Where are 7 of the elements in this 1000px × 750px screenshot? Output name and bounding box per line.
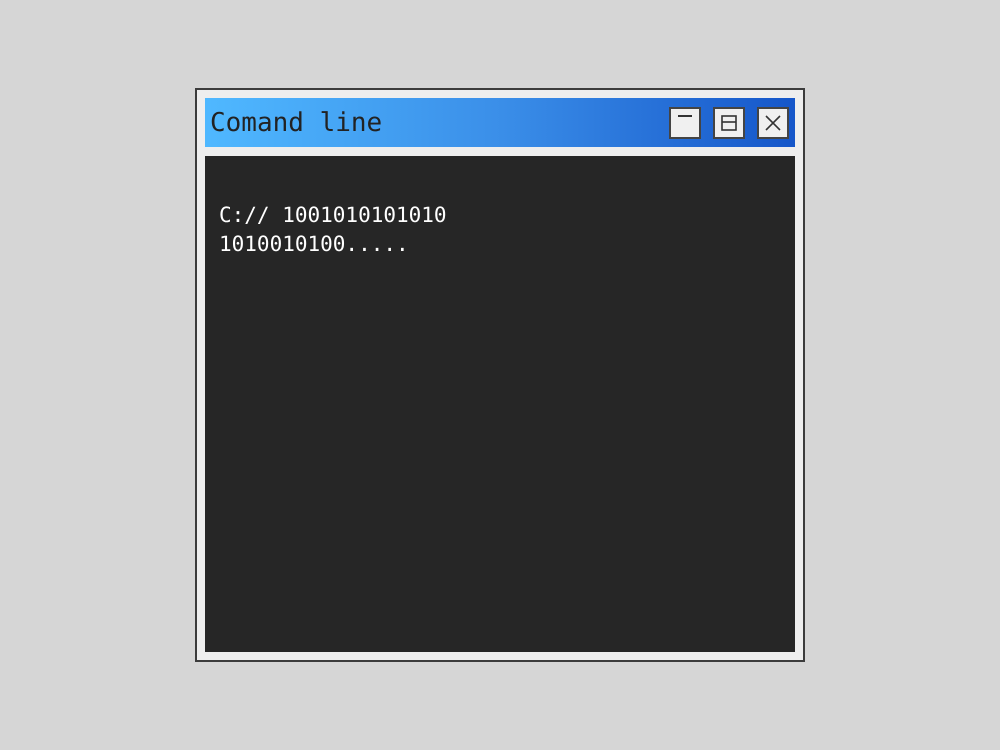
maximize-button[interactable] <box>713 106 745 138</box>
window-title: Comand line <box>210 108 382 138</box>
terminal-line: 1010010100..... <box>219 231 410 258</box>
minimize-icon <box>678 114 692 116</box>
minimize-button[interactable] <box>669 106 701 138</box>
terminal-line: C:// 1001010101010 <box>219 202 448 229</box>
close-button[interactable] <box>757 106 789 138</box>
